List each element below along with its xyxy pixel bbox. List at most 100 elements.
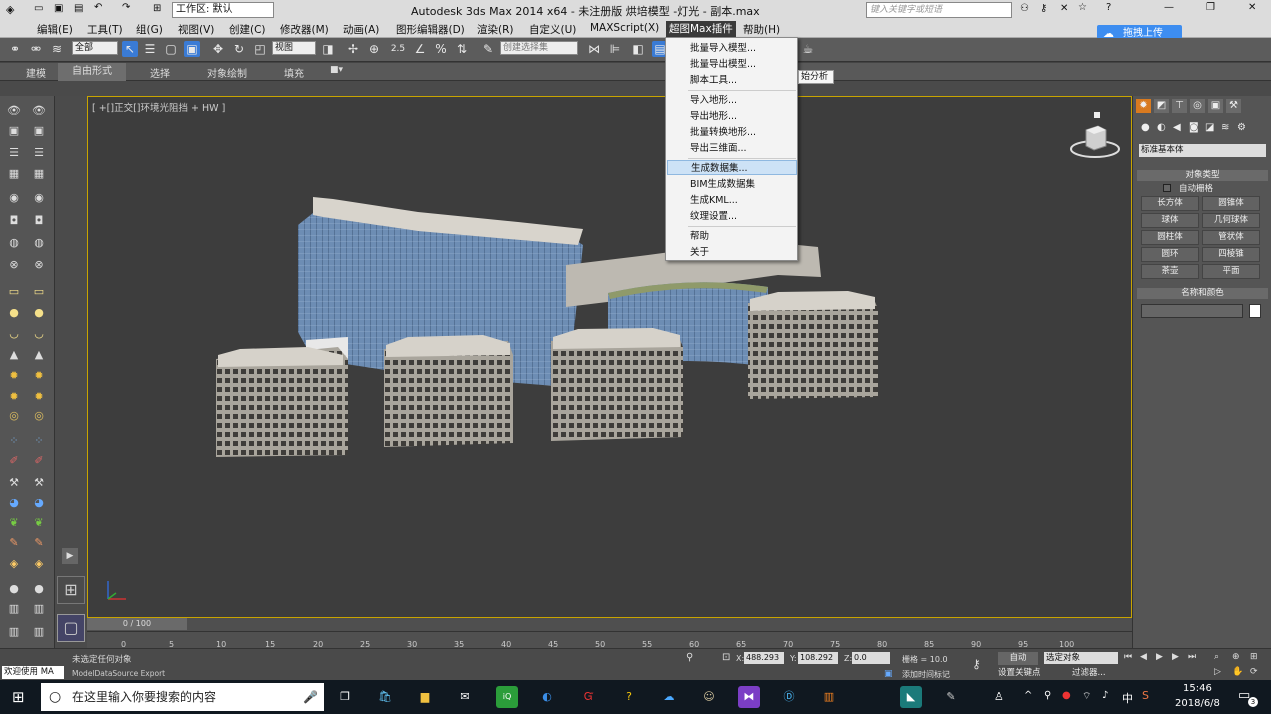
box-button[interactable]: 长方体 — [1141, 196, 1199, 211]
move-icon[interactable]: ✥ — [210, 41, 226, 57]
display-icon[interactable]: ▣ — [6, 124, 22, 138]
windows-start-icon[interactable]: ⊞ — [12, 688, 25, 706]
mail-icon[interactable]: ✉ — [454, 686, 476, 708]
helper-icon[interactable]: ◍ — [6, 236, 22, 250]
orbit-icon[interactable]: ⟳ — [1250, 667, 1258, 677]
tube-button[interactable]: 管状体 — [1202, 230, 1260, 245]
keyboard-shortcut-icon[interactable]: ⊕ — [366, 41, 382, 57]
new-file-icon[interactable]: ▭ — [34, 3, 43, 14]
brush-icon[interactable]: ✎ — [6, 536, 22, 550]
link-icon[interactable]: ⚭ — [7, 41, 23, 57]
layer-manager-icon[interactable]: ◧ — [630, 41, 646, 57]
key-icon[interactable]: ⚷ — [1040, 3, 1047, 14]
torus-icon[interactable]: ◎ — [31, 409, 47, 423]
select-object-icon[interactable]: ↖ — [122, 41, 138, 57]
cone-icon[interactable]: ▲ — [31, 348, 47, 362]
rect-selection-icon[interactable]: ▢ — [163, 41, 179, 57]
globe-icon[interactable]: ◕ — [31, 496, 47, 510]
play-icon[interactable]: ▶ — [1156, 652, 1163, 662]
material-icon[interactable]: ◈ — [6, 557, 22, 571]
menu-graph-editors[interactable]: 图形编辑器(D) — [396, 22, 465, 37]
unlink-icon[interactable]: ⚮ — [28, 41, 44, 57]
light-bulb-icon[interactable]: ◉ — [31, 191, 47, 205]
spacewarp-icon[interactable]: ⊗ — [31, 258, 47, 272]
create-tab-icon[interactable]: ✹ — [1136, 99, 1151, 113]
y-coordinate-field[interactable]: 108.292 — [798, 652, 838, 664]
ribbon-tab-modeling[interactable]: 建模 — [26, 65, 46, 80]
object-type-header[interactable]: 对象类型 — [1137, 170, 1268, 181]
menu-item-batch-export-models[interactable]: 批量导出模型... — [667, 57, 797, 72]
view-cube-icon[interactable] — [1068, 112, 1123, 167]
helpers-icon[interactable]: ◪ — [1205, 122, 1214, 133]
zoom-extents-icon[interactable]: ⊞ — [1250, 652, 1258, 662]
x-coordinate-field[interactable]: 488.293 — [744, 652, 784, 664]
fov-icon[interactable]: ▷ — [1214, 667, 1221, 677]
red-g-app-icon[interactable]: Ᏻ — [578, 686, 600, 708]
sun-icon[interactable]: ✹ — [31, 369, 47, 383]
tool-app-icon[interactable]: ✎ — [940, 686, 962, 708]
building-icon[interactable]: ▥ — [31, 625, 47, 639]
building-icon[interactable]: ▥ — [6, 602, 22, 616]
brush-icon[interactable]: ✎ — [31, 536, 47, 550]
modify-tab-icon[interactable]: ◩ — [1154, 99, 1169, 113]
wifi-icon[interactable]: ⌔ — [1082, 690, 1091, 703]
leaf-icon[interactable]: ❦ — [31, 516, 47, 530]
snaps-toggle-icon[interactable]: 2.5 — [390, 41, 406, 57]
sphere-button[interactable]: 球体 — [1141, 213, 1199, 228]
binoculars-icon[interactable]: ⚇ — [1020, 3, 1029, 14]
tool-icon[interactable]: ⚒ — [6, 476, 22, 490]
browser-icon[interactable]: ◐ — [536, 686, 558, 708]
restore-icon[interactable]: ❐ — [1206, 2, 1215, 13]
prev-frame-icon[interactable]: ◀ — [1140, 652, 1147, 662]
name-color-header[interactable]: 名称和颜色 — [1137, 288, 1268, 299]
baidu-cloud-icon[interactable]: ☁ — [658, 686, 680, 708]
file-explorer-icon[interactable]: ▆ — [414, 686, 436, 708]
sphere-white-icon[interactable]: ● — [31, 582, 47, 596]
expand-arrow-icon[interactable]: ▶ — [62, 548, 78, 564]
ribbon-tab-selection[interactable]: 选择 — [150, 65, 170, 80]
input-method-icon[interactable]: S — [1142, 689, 1149, 702]
time-tag-icon[interactable]: ▣ — [884, 669, 893, 679]
volume-icon[interactable]: ♪ — [1102, 690, 1108, 701]
auto-key-button[interactable]: 自动 — [998, 652, 1038, 665]
display-tab-icon[interactable]: ▣ — [1208, 99, 1223, 113]
track-bar[interactable]: 0 5 10 15 20 25 30 35 40 45 50 55 60 65 … — [87, 631, 1132, 649]
redo-icon[interactable]: ↷ — [122, 2, 130, 13]
light-bulb-icon[interactable]: ◉ — [6, 191, 22, 205]
cylinder-button[interactable]: 圆柱体 — [1141, 230, 1199, 245]
grid-list-icon[interactable]: ▦ — [6, 167, 22, 181]
menu-item-generate-dataset[interactable]: 生成数据集... — [667, 160, 797, 175]
app-logo-icon[interactable]: ◈ — [6, 3, 14, 16]
sphere-icon[interactable]: ● — [31, 306, 47, 320]
workspace-select[interactable]: 工作区: 默认 — [172, 2, 274, 18]
tray-expand-icon[interactable]: ^ — [1024, 690, 1032, 701]
absolute-mode-icon[interactable]: ⊡ — [722, 652, 730, 663]
geosphere-button[interactable]: 几何球体 — [1202, 213, 1260, 228]
viewport-layout-icon[interactable]: ⊞ — [57, 576, 85, 604]
bowl-icon[interactable]: ◡ — [6, 327, 22, 341]
cone-icon[interactable]: ▲ — [6, 348, 22, 362]
store-icon[interactable]: 🛍 — [374, 686, 396, 708]
menu-item-script-tools[interactable]: 脚本工具... — [667, 73, 797, 88]
z-coordinate-field[interactable]: 0.0 — [852, 652, 890, 664]
selection-filter-select[interactable]: 全部 — [72, 41, 118, 55]
task-view-icon[interactable]: ❐ — [334, 686, 356, 708]
minimize-icon[interactable]: — — [1164, 2, 1174, 13]
zoom-icon[interactable]: ⌕ — [1214, 652, 1219, 662]
maxscript-listener-mini[interactable]: 欢迎使用 MA — [2, 666, 64, 679]
sphere-white-icon[interactable]: ● — [6, 582, 22, 596]
ribbon-tab-populate[interactable]: 填充 — [284, 65, 304, 80]
cone-button[interactable]: 圆锥体 — [1202, 196, 1260, 211]
torus-icon[interactable]: ◎ — [6, 409, 22, 423]
teapot-button[interactable]: 茶壶 — [1141, 264, 1199, 279]
motion-tab-icon[interactable]: ◎ — [1190, 99, 1205, 113]
bind-spacewarp-icon[interactable]: ≋ — [49, 41, 65, 57]
spacewarp-icon[interactable]: ⊗ — [6, 258, 22, 272]
avatar-app-icon[interactable]: ☺ — [698, 686, 720, 708]
sphere-icon[interactable]: ● — [6, 306, 22, 320]
people-icon[interactable]: ♙ — [994, 690, 1004, 703]
menu-help[interactable]: 帮助(H) — [743, 22, 780, 37]
3dsmax-taskbar-icon[interactable]: ◣ — [900, 686, 922, 708]
menu-rendering[interactable]: 渲染(R) — [477, 22, 514, 37]
key-filters-button[interactable]: 过滤器... — [1072, 667, 1116, 680]
